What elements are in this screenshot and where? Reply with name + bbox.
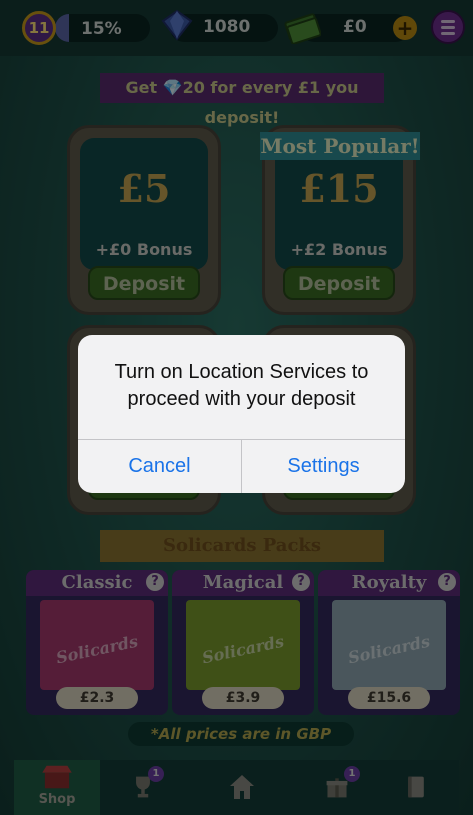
cancel-button[interactable]: Cancel: [78, 440, 241, 493]
settings-button[interactable]: Settings: [242, 440, 405, 493]
alert-message: Turn on Location Services to proceed wit…: [114, 361, 369, 410]
location-services-alert: Turn on Location Services to proceed wit…: [78, 335, 405, 493]
